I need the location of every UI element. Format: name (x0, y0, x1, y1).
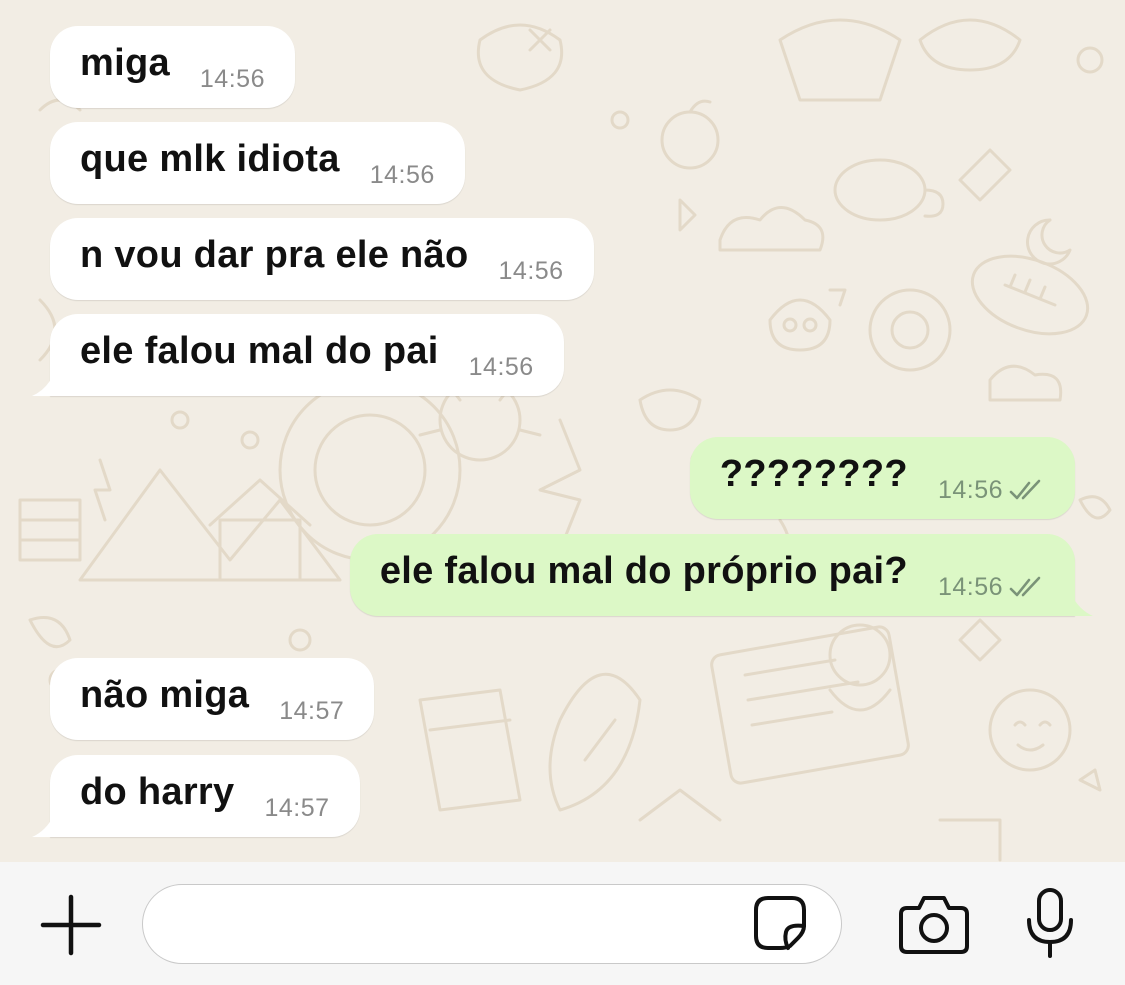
message-time: 14:57 (279, 696, 345, 725)
message-time: 14:56 (937, 475, 1003, 504)
sticker-button[interactable] (748, 890, 812, 954)
chat-area: miga 14:56 que mlk idiota 14:56 n vou da… (0, 0, 1125, 862)
message-text: não miga (80, 673, 250, 716)
sticker-icon (754, 896, 806, 950)
message-input[interactable] (142, 884, 842, 964)
attach-button[interactable] (38, 892, 104, 958)
message-meta: 14:56 (200, 65, 265, 94)
message-time: 14:56 (468, 352, 534, 381)
bubble-tail (32, 374, 54, 396)
message-text: ele falou mal do pai (80, 329, 439, 372)
message-time: 14:57 (264, 793, 330, 822)
message-text: do harry (80, 770, 235, 813)
message-composer (0, 862, 1125, 985)
message-bubble-incoming[interactable]: ele falou mal do pai 14:56 (32, 314, 564, 396)
plus-icon (40, 894, 102, 956)
message-meta: 14:56 (938, 476, 1045, 505)
message-time: 14:56 (369, 160, 435, 189)
message-time: 14:56 (937, 572, 1003, 601)
microphone-icon (1027, 888, 1073, 958)
message-time: 14:56 (498, 256, 564, 285)
message-meta: 14:56 (938, 573, 1045, 602)
camera-icon (899, 896, 969, 954)
double-check-icon (1009, 479, 1041, 500)
message-text: ele falou mal do próprio pai? (379, 549, 908, 592)
message-text: ???????? (719, 452, 908, 495)
message-bubble-incoming[interactable]: miga 14:56 (50, 26, 295, 108)
bubble-tail (32, 815, 54, 837)
message-meta: 14:57 (264, 794, 329, 823)
message-meta: 14:56 (469, 353, 534, 382)
message-text: miga (80, 41, 170, 84)
microphone-button[interactable] (1018, 884, 1082, 964)
double-check-icon (1009, 576, 1041, 597)
message-bubble-incoming[interactable]: que mlk idiota 14:56 (50, 122, 465, 204)
message-bubble-outgoing[interactable]: ele falou mal do próprio pai? 14:56 (349, 534, 1093, 616)
message-text: que mlk idiota (80, 137, 340, 180)
message-bubble-incoming[interactable]: do harry 14:57 (32, 755, 360, 837)
message-bubble-incoming[interactable]: não miga 14:57 (50, 658, 375, 740)
message-meta: 14:57 (279, 697, 344, 726)
camera-button[interactable] (896, 886, 972, 962)
message-bubble-incoming[interactable]: n vou dar pra ele não 14:56 (50, 218, 594, 300)
message-meta: 14:56 (499, 257, 564, 286)
message-text: n vou dar pra ele não (80, 233, 469, 276)
message-meta: 14:56 (370, 161, 435, 190)
message-time: 14:56 (199, 64, 265, 93)
message-bubble-outgoing[interactable]: ???????? 14:56 (689, 437, 1075, 519)
bubble-tail (1071, 594, 1093, 616)
